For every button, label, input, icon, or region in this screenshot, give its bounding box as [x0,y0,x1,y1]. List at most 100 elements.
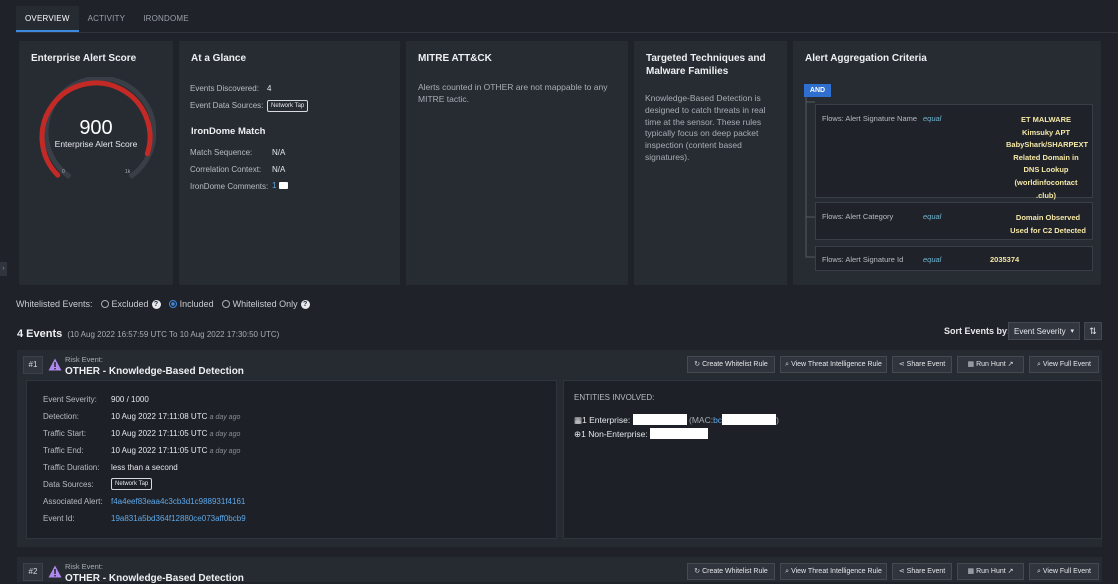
at-a-glance-card: At a Glance Events Discovered: 4 Event D… [179,41,400,285]
search-icon: ⌕ [785,361,790,368]
associated-alert-link[interactable]: f4a4eef83eaa4c3cb3d1c988931f4161 [111,497,245,506]
score-label: Enterprise Alert Score [54,139,138,149]
tab-bar: OVERVIEW ACTIVITY IRONDOME [16,6,198,32]
redacted-ip [650,428,709,439]
enterprise-entity[interactable]: ▦1 Enterprise: (MAC:bc) [574,414,779,426]
search-icon: ⌕ [1036,361,1041,368]
view-full-event-button[interactable]: ⌕ View Full Event [1029,356,1099,373]
event-id-link[interactable]: 19a831a5bd364f12880ce073aff0bcb9 [111,514,246,523]
traffic-end-label: Traffic End: [43,446,84,455]
criteria-value: Domain Observed Used for C2 Detected [1010,213,1086,235]
event-type: Risk Event: [65,355,103,364]
run-hunt-label: Run Hunt [976,568,1006,575]
view-threat-intelligence-rule-button[interactable]: ⌕ View Threat Intelligence Rule [780,563,887,580]
run-hunt-button[interactable]: ▦ Run Hunt ↗ [957,563,1024,580]
criteria-row: Flows: Alert Category equal Domain Obser… [815,202,1093,240]
warning-icon [48,358,62,371]
share-event-label: Share Event [906,568,946,575]
refresh-icon: ↻ [694,361,701,368]
criteria-row: Flows: Alert Signature Name equal ET MAL… [815,104,1093,200]
warning-icon [48,565,62,578]
criteria-value: 2035374 [990,255,1020,264]
run-hunt-button[interactable]: ▦ Run Hunt ↗ [957,356,1024,373]
traffic-end-ago: a day ago [209,448,241,455]
card-title: MITRE ATT&CK [418,53,492,64]
create-whitelist-rule-button[interactable]: ↻ Create Whitelist Rule [687,563,775,580]
view-full-event-label: View Full Event [1042,568,1092,575]
non-enterprise-label: 1 Non-Enterprise: [581,429,648,439]
severity-label: Event Severity: [43,395,97,404]
tab-activity[interactable]: ACTIVITY [79,6,135,32]
share-event-button[interactable]: ⋖ Share Event [892,356,952,373]
event-number: #2 [23,563,43,581]
traffic-start-ago: a day ago [209,431,241,438]
non-enterprise-entity[interactable]: ⊕1 Non-Enterprise: [574,428,709,440]
view-full-event-label: View Full Event [1042,361,1092,368]
whitelist-filter: Whitelisted Events: Excluded? Included W… [16,299,310,309]
external-link-icon: ↗ [1007,361,1014,368]
entities-title: ENTITIES INVOLVED: [574,393,655,402]
and-operator-badge: AND [804,84,831,97]
detection-time: 10 Aug 2022 17:11:08 UTC a day ago [111,412,240,421]
share-event-button[interactable]: ⋖ Share Event [892,563,952,580]
criteria-operator: equal [923,212,942,221]
radio-whitelisted-only[interactable] [221,300,230,308]
tab-divider [16,32,1118,33]
network-tap-tag-label: Network Tap [111,478,153,490]
detection-ago: a day ago [209,414,241,421]
sidebar-expand-handle[interactable]: › [0,262,7,276]
radio-included[interactable] [168,300,177,308]
event-number: #1 [23,356,43,374]
traffic-start-label: Traffic Start: [43,429,87,438]
criteria-operator: equal [923,255,942,264]
criteria-value: ET MALWARE Kimsuky APT BabyShark/SHARPEX… [1006,115,1089,200]
event-data-sources-label: Event Data Sources: [190,101,264,110]
comment-icon [279,182,289,189]
event-title: OTHER - Knowledge-Based Detection [65,366,244,377]
create-whitelist-rule-button[interactable]: ↻ Create Whitelist Rule [687,356,775,373]
help-icon[interactable]: ? [300,299,310,309]
hunt-icon: ▦ [967,361,975,368]
search-icon: ⌕ [1036,568,1041,575]
mitre-attack-card: MITRE ATT&CK Alerts counted in OTHER are… [406,41,628,285]
network-tap-tag-label: Network Tap [267,100,309,112]
card-title: At a Glance [191,53,247,64]
help-icon[interactable]: ? [151,299,161,309]
share-event-label: Share Event [906,361,946,368]
radio-whitelisted-only-label[interactable]: Whitelisted Only [233,299,298,309]
events-time-range: (10 Aug 2022 16:57:59 UTC To 10 Aug 2022… [67,330,280,339]
mitre-note: Alerts counted in OTHER are not mappable… [418,82,608,104]
mac-prefix: (MAC: [688,415,714,425]
correlation-context-value: N/A [272,165,286,174]
traffic-duration-label: Traffic Duration: [43,463,100,472]
network-tap-tag: Network Tap [267,99,309,112]
tab-irondome[interactable]: IRONDOME [134,6,198,32]
criteria-field: Flows: Alert Signature Name [822,114,918,123]
irondome-comments[interactable]: 1 [272,181,289,190]
card-title-line-2: Malware Families [646,66,729,77]
traffic-start-time: 10 Aug 2022 17:11:05 UTC a day ago [111,429,240,438]
sort-select[interactable]: Event Severity ▾ [1008,322,1080,340]
correlation-context-label: Correlation Context: [190,165,262,174]
radio-excluded-label[interactable]: Excluded [112,299,149,309]
radio-excluded[interactable] [100,300,109,308]
targeted-techniques-card: Targeted Techniques and Malware Families… [634,41,787,285]
create-whitelist-rule-label: Create Whitelist Rule [702,361,768,368]
tab-overview[interactable]: OVERVIEW [16,6,79,32]
irondome-match-title: IronDome Match [191,126,266,137]
caret-down-icon: ▾ [1070,328,1074,335]
events-discovered-label: Events Discovered: [190,84,259,93]
card-title: Alert Aggregation Criteria [805,53,927,64]
radio-included-label[interactable]: Included [180,299,214,309]
view-threat-intelligence-rule-button[interactable]: ⌕ View Threat Intelligence Rule [780,356,887,373]
match-sequence-value: N/A [272,148,286,157]
criteria-field: Flows: Alert Signature Id [822,255,904,264]
events-count: 4 Events [17,328,63,340]
events-header: 4 Events (10 Aug 2022 16:57:59 UTC To 10… [17,328,279,340]
sort-select-value: Event Severity [1014,327,1066,336]
search-icon: ⌕ [785,568,790,575]
sort-order-icon[interactable]: ⇅ [1084,322,1102,340]
view-full-event-button[interactable]: ⌕ View Full Event [1029,563,1099,580]
data-sources-label: Data Sources: [43,480,94,489]
traffic-duration-value: less than a second [111,463,178,472]
